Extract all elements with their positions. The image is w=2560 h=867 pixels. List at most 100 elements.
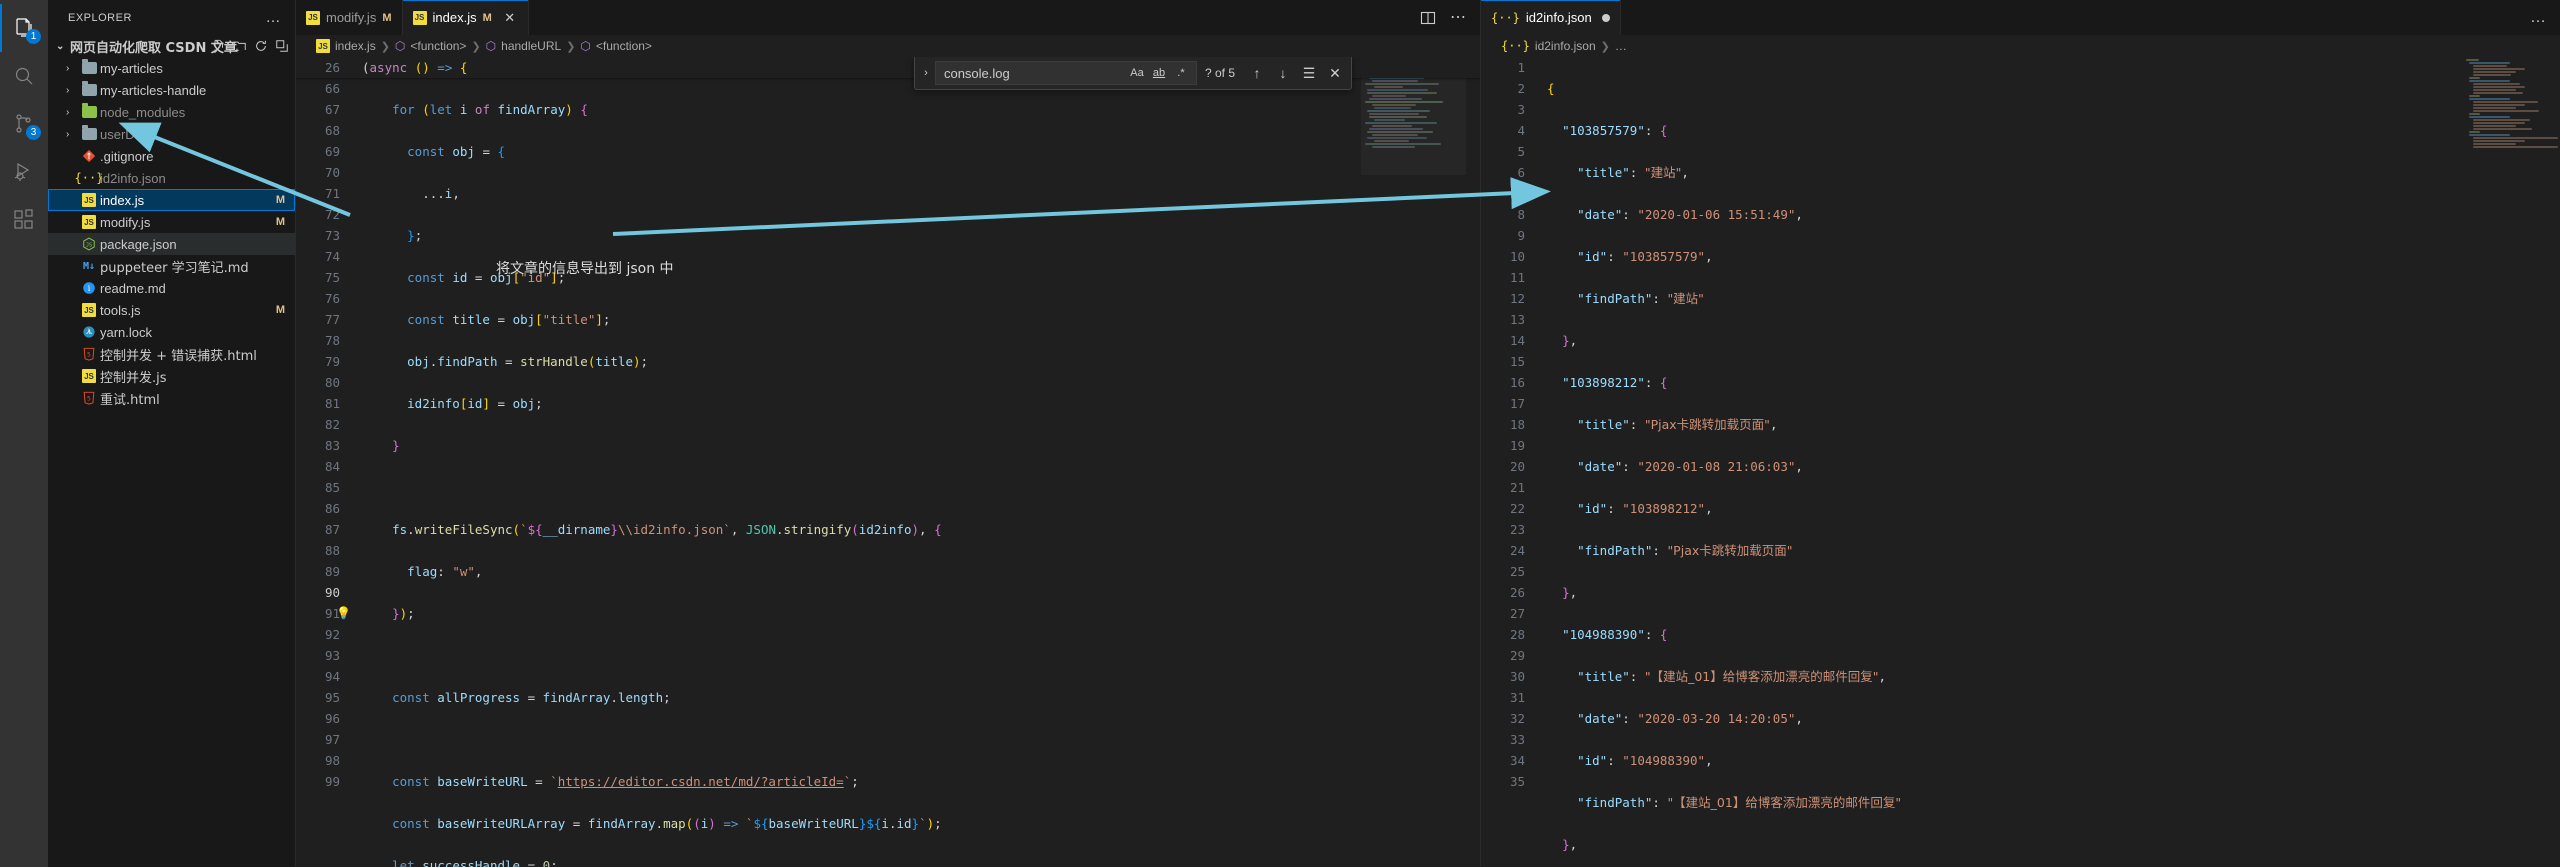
git-status-badge: M <box>275 304 285 316</box>
explorer-sidebar: EXPLORER … ⌄ 网页自动化爬取 CSDN 文章 › my-articl… <box>48 0 296 867</box>
line-number: 16 <box>1509 375 1525 390</box>
tree-item-yarn-lock[interactable]: yarn.lock <box>48 321 295 343</box>
chevron-right-icon[interactable]: › <box>66 107 78 118</box>
line-number: 94 <box>324 669 340 684</box>
tree-item-tools-js[interactable]: JS tools.js M <box>48 299 295 321</box>
line-number: 89 <box>324 564 340 579</box>
json-line-14: "104988390": { <box>1562 627 1668 642</box>
tree-item-index-js[interactable]: JS index.js M <box>48 189 295 211</box>
tree-item-readme-md[interactable]: i readme.md <box>48 277 295 299</box>
editor-area: JS modify.js M JS index.js M ✕ ⋯ JS inde… <box>296 0 2560 867</box>
folder-actions <box>212 39 289 53</box>
line-number: 72 <box>324 207 340 222</box>
line-number: 99 <box>324 774 340 789</box>
workspace-folder-row[interactable]: ⌄ 网页自动化爬取 CSDN 文章 <box>48 35 295 57</box>
breadcrumb-symbol-1[interactable]: <function> <box>410 39 466 53</box>
activitybar-extensions[interactable] <box>0 196 48 244</box>
collapse-all-icon[interactable] <box>275 39 289 53</box>
find-in-selection-icon[interactable]: ☰ <box>1297 61 1321 85</box>
code-content[interactable]: for (let i of findArray) { const obj = {… <box>358 57 1480 867</box>
tree-item-gitignore[interactable]: .gitignore <box>48 145 295 167</box>
code-editor-right[interactable]: 123 456 789 10 11 12 13 14 15 16 17 18 19 20 21 … <box>1481 57 2560 867</box>
new-file-icon[interactable] <box>212 39 226 53</box>
tree-item-node-modules[interactable]: › node_modules <box>48 101 295 123</box>
tree-item-userdata[interactable]: › userData <box>48 123 295 145</box>
find-widget[interactable]: › console.log Aa ab .* ? of 5 ↑ ↓ ☰ ✕ <box>913 57 1352 90</box>
line-number: 73 <box>324 228 340 243</box>
tree-item-label: index.js <box>100 192 145 208</box>
tree-item-my-articles-handle[interactable]: › my-articles-handle <box>48 79 295 101</box>
chevron-right-icon[interactable]: › <box>66 63 78 74</box>
js-icon: JS <box>78 369 100 383</box>
line-number: 33 <box>1509 732 1525 747</box>
tab-index-js[interactable]: JS index.js M ✕ <box>402 0 529 35</box>
code-line-77: flag: "w", <box>407 564 483 579</box>
breadcrumb-symbol-2[interactable]: handleURL <box>501 39 561 53</box>
tab-modify-js[interactable]: JS modify.js M <box>296 0 403 35</box>
close-find-icon[interactable]: ✕ <box>1323 61 1347 85</box>
find-input[interactable]: console.log Aa ab .* <box>934 61 1197 85</box>
tree-item-label: modify.js <box>100 214 151 230</box>
breadcrumb-separator-icon: ❯ <box>1600 40 1610 53</box>
line-number: 34 <box>1509 753 1525 768</box>
breadcrumb-separator-icon: ❯ <box>471 40 481 53</box>
info-icon: i <box>78 281 100 295</box>
lightbulb-icon[interactable]: 💡 <box>336 603 351 624</box>
svg-text:5: 5 <box>87 396 91 403</box>
line-number: 10 <box>1509 249 1525 264</box>
chevron-down-icon[interactable]: ⌄ <box>56 41 70 52</box>
breadcrumb-symbol-3[interactable]: <function> <box>596 39 652 53</box>
tree-item-label: my-articles <box>100 60 163 76</box>
refresh-icon[interactable] <box>254 39 268 53</box>
chevron-right-icon[interactable]: › <box>66 85 78 96</box>
breadcrumb-file[interactable]: id2info.json <box>1535 39 1596 53</box>
sidebar-header: EXPLORER … <box>48 0 295 35</box>
use-regex-icon[interactable]: .* <box>1170 63 1192 83</box>
breadcrumb-file[interactable]: index.js <box>335 39 376 53</box>
json-line-9: "title": "Pjax卡跳转加载页面", <box>1577 417 1778 432</box>
code-editor-left[interactable]: 26 (async () => { 66 67 68 69 70 71 72 73 74 7… <box>296 57 1480 867</box>
line-number: 26 <box>1509 585 1525 600</box>
run-debug-icon <box>14 162 30 181</box>
more-actions-icon[interactable]: … <box>2530 9 2546 25</box>
sidebar-more-icon[interactable]: … <box>260 10 288 25</box>
tree-item-id2info-json[interactable]: {··} id2info.json <box>48 167 295 189</box>
whole-word-icon[interactable]: ab <box>1148 63 1170 83</box>
find-next-icon[interactable]: ↓ <box>1271 61 1295 85</box>
line-number: 5 <box>1517 144 1525 159</box>
tab-dirty-dot-icon[interactable] <box>1601 13 1610 22</box>
line-number: 11 <box>1509 270 1525 285</box>
editor-scrollbar-left[interactable] <box>1466 57 1480 867</box>
chevron-right-icon[interactable]: › <box>66 129 78 140</box>
json-line-1: { <box>1547 81 1555 96</box>
svg-text:JS: JS <box>86 243 92 249</box>
tree-item-puppeteer-notes-md[interactable]: M↓ puppeteer 学习笔记.md <box>48 255 295 277</box>
json-content[interactable]: { "103857579": { "title": "建站", "date": … <box>1543 57 2560 867</box>
file-tree: › my-articles › my-articles-handle › nod… <box>48 57 295 867</box>
tree-item-my-articles[interactable]: › my-articles <box>48 57 295 79</box>
line-number: 6 <box>1517 165 1525 180</box>
line-number: 87 <box>324 522 340 537</box>
tree-item-retry-html[interactable]: 5 重试.html <box>48 387 295 409</box>
toggle-replace-icon[interactable]: › <box>917 67 935 79</box>
more-actions-icon[interactable]: ⋯ <box>1450 9 1466 25</box>
activitybar-run-and-debug[interactable] <box>0 148 48 196</box>
tree-item-modify-js[interactable]: JS modify.js M <box>48 211 295 233</box>
new-folder-icon[interactable] <box>233 39 247 53</box>
split-editor-icon[interactable] <box>1420 10 1436 26</box>
find-previous-icon[interactable]: ↑ <box>1245 61 1269 85</box>
breadcrumb-ellipsis[interactable]: … <box>1615 39 1627 53</box>
tree-item-concurrency-error-html[interactable]: 5 控制并发 + 错误捕获.html <box>48 343 295 365</box>
tree-item-package-json[interactable]: JS package.json <box>48 233 295 255</box>
symbol-icon: ⬡ <box>485 39 497 53</box>
line-number: 29 <box>1509 648 1525 663</box>
match-case-icon[interactable]: Aa <box>1126 63 1148 83</box>
tab-id2info-json[interactable]: {··} id2info.json <box>1481 0 1621 35</box>
activitybar-explorer[interactable]: 1 <box>0 4 48 52</box>
close-icon[interactable]: ✕ <box>502 10 518 26</box>
tree-item-concurrency-js[interactable]: JS 控制并发.js <box>48 365 295 387</box>
tree-item-label: readme.md <box>100 280 166 296</box>
activitybar-source-control[interactable]: 3 <box>0 100 48 148</box>
activitybar-search[interactable] <box>0 52 48 100</box>
